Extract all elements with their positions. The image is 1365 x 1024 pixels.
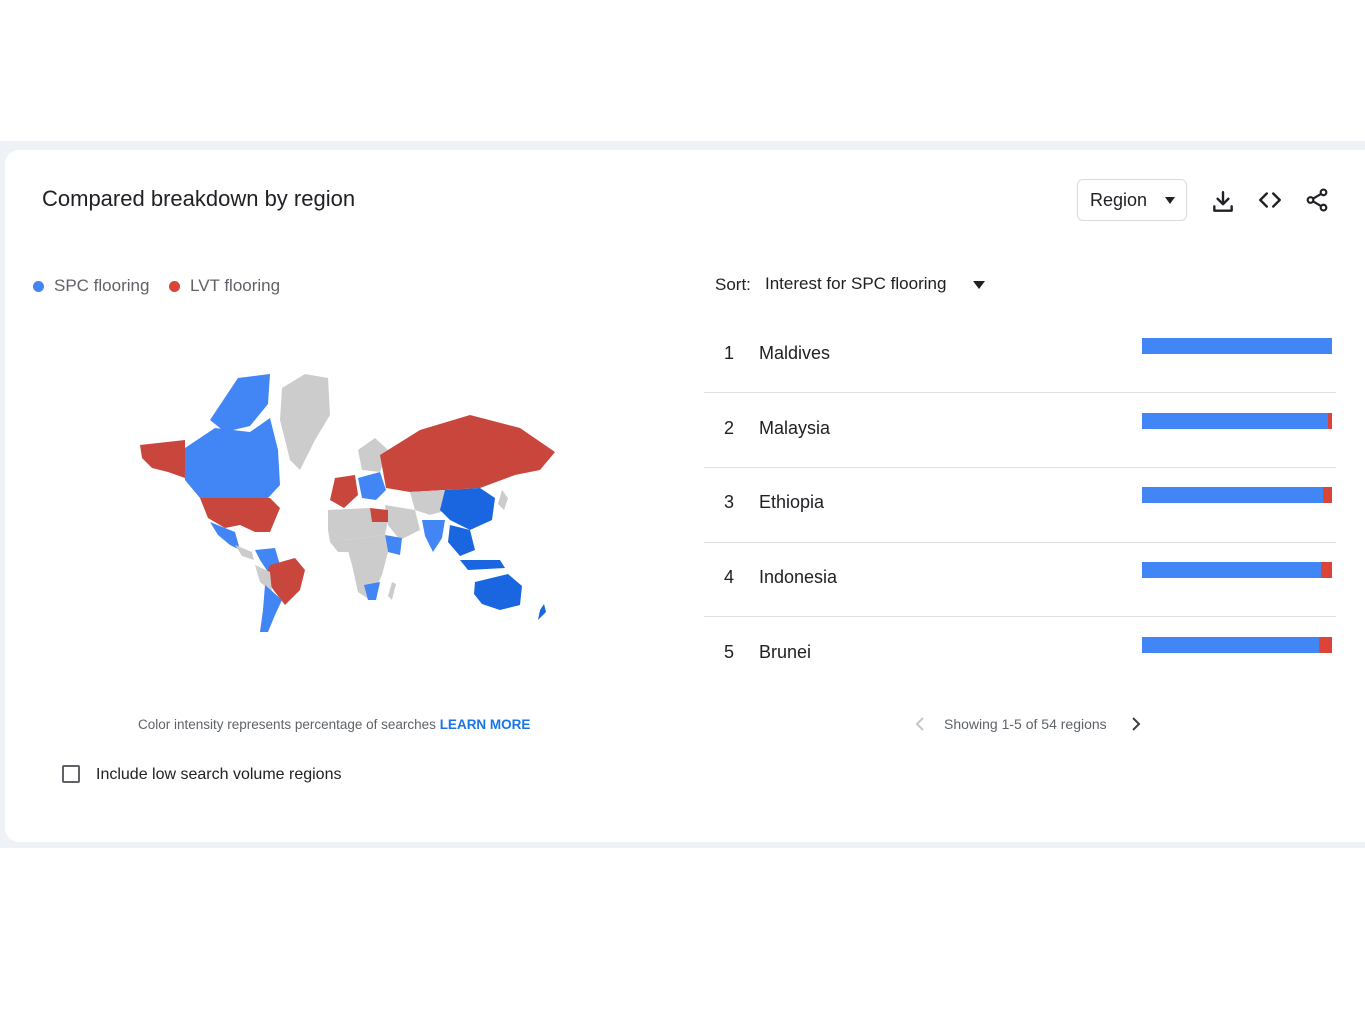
lvt-bar-segment: [1328, 413, 1332, 429]
share-icon[interactable]: [1304, 187, 1330, 213]
pager-text: Showing 1-5 of 54 regions: [944, 716, 1107, 732]
lvt-dot-icon: [169, 280, 180, 292]
region-india[interactable]: [422, 520, 445, 552]
sort-select[interactable]: Interest for SPC flooring: [765, 274, 946, 294]
row-divider: [704, 467, 1336, 468]
card-title: Compared breakdown by region: [42, 186, 356, 211]
region-southeast-asia[interactable]: [448, 525, 475, 556]
region-japan: [498, 490, 508, 510]
legend-item-spc: SPC flooring: [33, 276, 149, 296]
world-map[interactable]: [130, 360, 570, 650]
comparison-bar: [1142, 637, 1332, 653]
spc-bar-segment: [1142, 413, 1329, 429]
region-usa[interactable]: [200, 498, 280, 532]
learn-more-link[interactable]: LEARN MORE: [440, 717, 531, 732]
region-row[interactable]: 2 Malaysia: [704, 413, 1336, 492]
comparison-bar: [1142, 413, 1332, 429]
download-icon[interactable]: [1210, 189, 1236, 215]
region-alaska[interactable]: [140, 440, 185, 478]
region-name: Ethiopia: [759, 492, 825, 512]
chevron-down-icon: [1165, 197, 1175, 204]
region-greenland: [280, 374, 330, 470]
region-indonesia[interactable]: [460, 560, 505, 570]
spc-bar-segment: [1142, 487, 1323, 503]
region-row[interactable]: 4 Indonesia: [704, 562, 1336, 641]
comparison-bar: [1142, 487, 1332, 503]
row-divider: [704, 542, 1336, 543]
region-row[interactable]: 5 Brunei: [704, 637, 1336, 716]
region-name: Brunei: [759, 642, 812, 662]
region-rank: 3: [724, 492, 735, 512]
map-caption-text: Color intensity represents percentage of…: [138, 717, 436, 732]
region-madagascar: [388, 582, 396, 600]
chevron-left-icon[interactable]: [913, 716, 927, 732]
map-caption: Color intensity represents percentage of…: [138, 717, 530, 732]
region-name: Malaysia: [759, 418, 831, 438]
region-china[interactable]: [440, 488, 495, 530]
low-volume-label: Include low search volume regions: [96, 766, 342, 783]
legend-item-lvt: LVT flooring: [169, 276, 280, 296]
lvt-bar-segment: [1320, 562, 1332, 578]
region-rank: 2: [724, 418, 735, 438]
region-row[interactable]: 1 Maldives: [704, 338, 1336, 417]
legend-label-spc: SPC flooring: [54, 276, 150, 295]
spc-bar-segment: [1142, 562, 1321, 578]
code-icon[interactable]: [1257, 187, 1283, 213]
region-select[interactable]: Region: [1077, 179, 1187, 221]
region-canada-islands[interactable]: [210, 374, 270, 432]
legend-label-lvt: LVT flooring: [190, 276, 281, 295]
region-name: Indonesia: [759, 567, 838, 587]
region-rank: 5: [724, 642, 735, 662]
region-rank: 4: [724, 567, 735, 587]
region-new-zealand[interactable]: [538, 604, 546, 620]
region-egypt[interactable]: [370, 508, 388, 522]
low-volume-checkbox[interactable]: [62, 765, 80, 783]
spc-bar-segment: [1142, 637, 1319, 653]
spc-dot-icon: [33, 280, 44, 292]
comparison-bar: [1142, 562, 1332, 578]
region-australia[interactable]: [474, 574, 522, 610]
comparison-bar: [1142, 338, 1332, 354]
chevron-down-icon[interactable]: [973, 281, 985, 289]
lvt-bar-segment: [1318, 637, 1332, 653]
sort-label: Sort:: [715, 275, 751, 294]
region-russia[interactable]: [380, 415, 555, 492]
lvt-bar-segment: [1322, 487, 1332, 503]
region-middle-east: [385, 505, 420, 540]
row-divider: [704, 616, 1336, 617]
region-row[interactable]: 3 Ethiopia: [704, 487, 1336, 566]
region-select-label: Region: [1090, 190, 1148, 210]
region-canada[interactable]: [185, 418, 280, 498]
spc-bar-segment: [1142, 338, 1332, 354]
row-divider: [704, 392, 1336, 393]
chevron-right-icon[interactable]: [1129, 716, 1143, 732]
region-rank: 1: [724, 343, 735, 363]
region-central-america: [235, 545, 254, 560]
region-central-europe[interactable]: [358, 472, 386, 500]
region-name: Maldives: [759, 343, 831, 363]
region-western-europe[interactable]: [330, 475, 358, 508]
